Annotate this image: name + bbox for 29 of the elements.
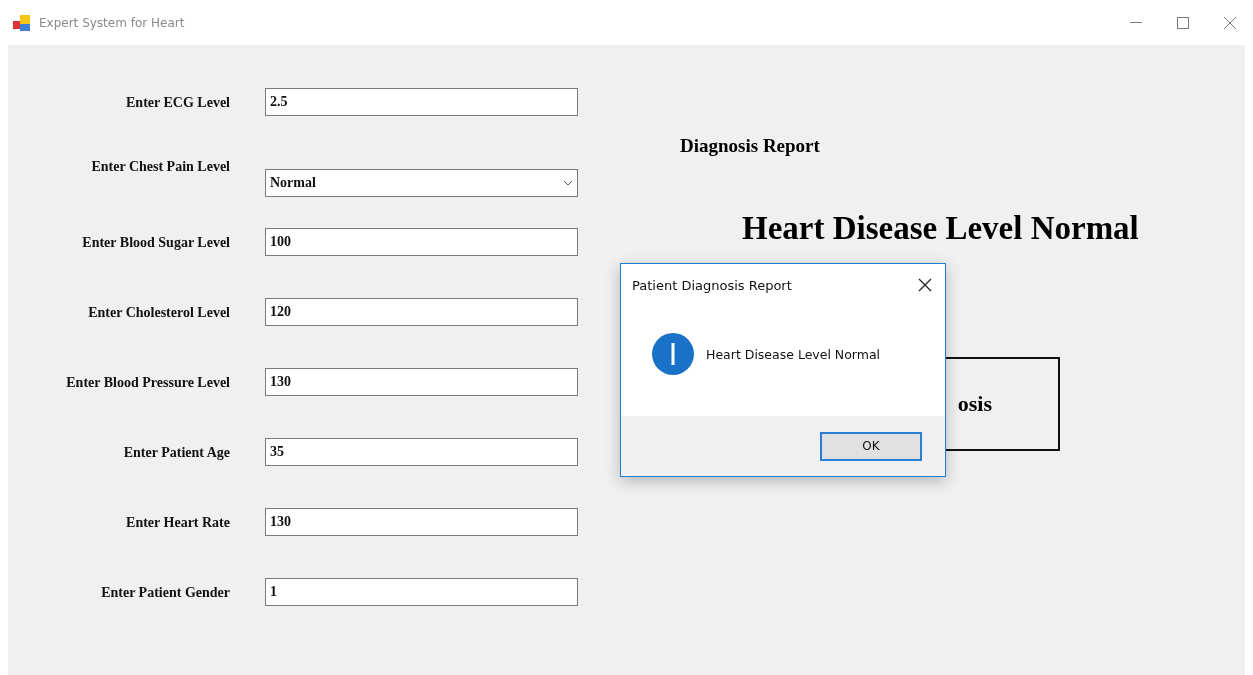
input-field[interactable]: 2.5 xyxy=(265,88,578,116)
report-heading: Diagnosis Report xyxy=(680,135,820,157)
input-field[interactable]: 120 xyxy=(265,298,578,326)
field-label: Enter Patient Age xyxy=(122,444,230,461)
app-icon xyxy=(13,14,31,31)
field-label: Enter Blood Sugar Level xyxy=(81,234,230,251)
field-label: Enter Cholesterol Level xyxy=(87,304,230,321)
info-icon xyxy=(652,333,694,375)
window-title: Expert System for Heart xyxy=(39,15,185,30)
input-field[interactable]: 130 xyxy=(265,508,578,536)
result-text: Heart Disease Level Normal xyxy=(742,210,1139,247)
field-label: Enter Chest Pain Level xyxy=(90,158,230,175)
field-label: Enter Patient Gender xyxy=(100,584,230,601)
dialog-message: Heart Disease Level Normal xyxy=(706,346,881,362)
field-label: Enter Blood Pressure Level xyxy=(65,374,230,391)
ok-button[interactable]: OK xyxy=(820,431,922,461)
minimize-icon xyxy=(1129,21,1142,24)
field-label: Enter ECG Level xyxy=(125,94,230,111)
chevron-down-icon xyxy=(563,180,573,186)
input-field[interactable]: 1 xyxy=(265,578,578,606)
dropdown-field[interactable]: Normal xyxy=(265,169,578,197)
input-field[interactable]: 130 xyxy=(265,368,578,396)
maximize-icon xyxy=(1176,16,1189,29)
close-button[interactable] xyxy=(917,277,933,293)
field-label: Enter Heart Rate xyxy=(125,514,230,531)
close-icon xyxy=(1223,16,1236,29)
input-field[interactable]: 35 xyxy=(265,438,578,466)
dialog-title: Patient Diagnosis Report xyxy=(632,277,792,293)
input-field[interactable]: 100 xyxy=(265,228,578,256)
